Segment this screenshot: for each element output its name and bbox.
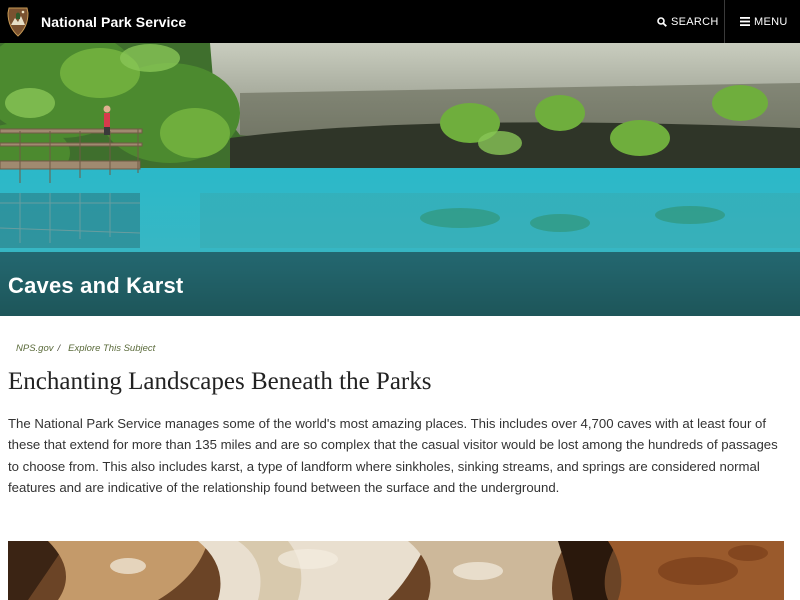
top-navigation-bar: National Park Service SEARCH MENU [0,0,800,43]
nps-home-link[interactable]: National Park Service [6,7,186,37]
breadcrumb: NPS.gov / Explore This Subject [16,343,155,354]
intro-paragraph: The National Park Service manages some o… [8,416,778,495]
hero-title: Caves and Karst [8,273,184,298]
menu-button[interactable]: MENU [740,0,788,43]
cave-formation-image [8,541,784,600]
search-label: SEARCH [671,15,719,28]
brand-name: National Park Service [41,14,187,30]
search-button[interactable]: SEARCH [657,0,719,43]
hero-banner: Caves and Karst [0,43,800,316]
cave-formation-photo [8,541,784,600]
search-icon [657,16,667,27]
breadcrumb-separator: / [57,343,61,354]
nav-divider [724,0,725,43]
menu-label: MENU [754,15,788,28]
nps-arrowhead-logo-icon [7,7,29,37]
page-title: Enchanting Landscapes Beneath the Parks [8,368,432,395]
hamburger-menu-icon [740,17,750,26]
breadcrumb-link-nps[interactable]: NPS.gov [16,343,54,354]
breadcrumb-link-explore[interactable]: Explore This Subject [68,343,155,354]
